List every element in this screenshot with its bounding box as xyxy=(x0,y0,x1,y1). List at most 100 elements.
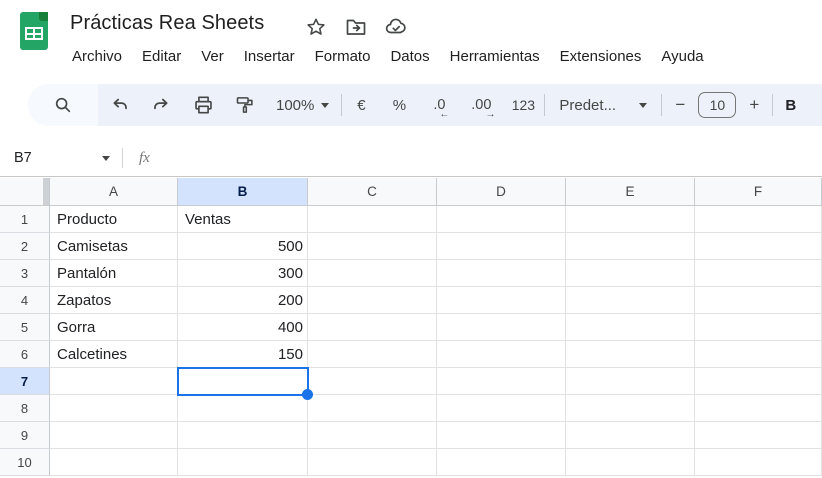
cell-A9[interactable] xyxy=(50,422,178,449)
row-header-8[interactable]: 8 xyxy=(0,395,50,422)
document-title[interactable]: Prácticas Rea Sheets xyxy=(70,12,264,35)
bold-button[interactable]: B xyxy=(785,97,796,114)
cell-A2[interactable]: Camisetas xyxy=(50,233,178,260)
decrease-font-size-button[interactable]: − xyxy=(662,95,698,115)
cell-E10[interactable] xyxy=(566,449,695,476)
zoom-control[interactable]: 100% xyxy=(266,97,341,114)
cell-D5[interactable] xyxy=(437,314,566,341)
cell-B4[interactable]: 200 xyxy=(178,287,308,314)
column-header-E[interactable]: E xyxy=(566,178,695,206)
print-button[interactable] xyxy=(182,87,224,123)
row-header-10[interactable]: 10 xyxy=(0,449,50,476)
row-header-3[interactable]: 3 xyxy=(0,260,50,287)
menu-formato[interactable]: Formato xyxy=(305,43,381,71)
row-header-9[interactable]: 9 xyxy=(0,422,50,449)
cell-F2[interactable] xyxy=(695,233,822,260)
font-size-input[interactable]: 10 xyxy=(698,92,737,118)
paint-format-button[interactable] xyxy=(224,87,266,123)
cell-E5[interactable] xyxy=(566,314,695,341)
column-header-B[interactable]: B xyxy=(178,178,308,206)
name-box[interactable]: B7 xyxy=(0,150,102,166)
row-header-7[interactable]: 7 xyxy=(0,368,50,395)
cell-A4[interactable]: Zapatos xyxy=(50,287,178,314)
undo-button[interactable] xyxy=(98,87,140,123)
cell-E6[interactable] xyxy=(566,341,695,368)
cell-C10[interactable] xyxy=(308,449,437,476)
cell-A10[interactable] xyxy=(50,449,178,476)
cell-E3[interactable] xyxy=(566,260,695,287)
move-folder-icon[interactable] xyxy=(344,15,368,39)
name-box-chevron-icon[interactable] xyxy=(102,155,110,161)
cell-F5[interactable] xyxy=(695,314,822,341)
cell-E8[interactable] xyxy=(566,395,695,422)
menu-insertar[interactable]: Insertar xyxy=(234,43,305,71)
row-header-5[interactable]: 5 xyxy=(0,314,50,341)
cell-E7[interactable] xyxy=(566,368,695,395)
cell-D8[interactable] xyxy=(437,395,566,422)
column-header-A[interactable]: A xyxy=(50,178,178,206)
decrease-decimal-button[interactable]: .0 ← xyxy=(418,87,460,123)
format-currency-button[interactable]: € xyxy=(342,87,380,123)
cell-C8[interactable] xyxy=(308,395,437,422)
cell-E1[interactable] xyxy=(566,206,695,233)
cell-A3[interactable]: Pantalón xyxy=(50,260,178,287)
menu-herramientas[interactable]: Herramientas xyxy=(440,43,550,71)
sheets-logo-icon[interactable] xyxy=(20,12,48,50)
cell-B10[interactable] xyxy=(178,449,308,476)
font-family-selector[interactable]: Predet... xyxy=(545,97,661,114)
cell-C4[interactable] xyxy=(308,287,437,314)
cell-C7[interactable] xyxy=(308,368,437,395)
fill-handle[interactable] xyxy=(302,389,313,400)
cell-D10[interactable] xyxy=(437,449,566,476)
cell-C9[interactable] xyxy=(308,422,437,449)
cell-B1[interactable]: Ventas xyxy=(178,206,308,233)
menu-editar[interactable]: Editar xyxy=(132,43,191,71)
row-header-6[interactable]: 6 xyxy=(0,341,50,368)
cell-C3[interactable] xyxy=(308,260,437,287)
increase-decimal-button[interactable]: .00 → xyxy=(460,87,502,123)
cloud-saved-icon[interactable] xyxy=(384,15,408,39)
row-header-4[interactable]: 4 xyxy=(0,287,50,314)
cell-D1[interactable] xyxy=(437,206,566,233)
redo-button[interactable] xyxy=(140,87,182,123)
column-header-D[interactable]: D xyxy=(437,178,566,206)
cell-D4[interactable] xyxy=(437,287,566,314)
cell-F7[interactable] xyxy=(695,368,822,395)
row-header-2[interactable]: 2 xyxy=(0,233,50,260)
cell-D9[interactable] xyxy=(437,422,566,449)
select-all-corner[interactable] xyxy=(0,178,50,206)
row-header-1[interactable]: 1 xyxy=(0,206,50,233)
cell-C5[interactable] xyxy=(308,314,437,341)
cell-D2[interactable] xyxy=(437,233,566,260)
cell-B3[interactable]: 300 xyxy=(178,260,308,287)
cell-D7[interactable] xyxy=(437,368,566,395)
cell-B6[interactable]: 150 xyxy=(178,341,308,368)
cell-F4[interactable] xyxy=(695,287,822,314)
cell-E9[interactable] xyxy=(566,422,695,449)
more-formats-button[interactable]: 123 xyxy=(502,87,544,123)
cell-B5[interactable]: 400 xyxy=(178,314,308,341)
cell-F1[interactable] xyxy=(695,206,822,233)
cell-A7[interactable] xyxy=(50,368,178,395)
cell-C1[interactable] xyxy=(308,206,437,233)
cell-F6[interactable] xyxy=(695,341,822,368)
cell-B8[interactable] xyxy=(178,395,308,422)
cell-B7[interactable] xyxy=(178,368,308,395)
cell-F8[interactable] xyxy=(695,395,822,422)
menu-datos[interactable]: Datos xyxy=(380,43,439,71)
formula-input[interactable] xyxy=(150,140,822,176)
increase-font-size-button[interactable]: + xyxy=(736,95,772,115)
cell-F3[interactable] xyxy=(695,260,822,287)
menu-ayuda[interactable]: Ayuda xyxy=(651,43,713,71)
cell-A1[interactable]: Producto xyxy=(50,206,178,233)
search-button[interactable] xyxy=(28,84,98,126)
menu-archivo[interactable]: Archivo xyxy=(62,43,132,71)
menu-ver[interactable]: Ver xyxy=(191,43,234,71)
menu-extensiones[interactable]: Extensiones xyxy=(550,43,652,71)
cell-B9[interactable] xyxy=(178,422,308,449)
cell-E2[interactable] xyxy=(566,233,695,260)
format-percent-button[interactable]: % xyxy=(380,87,418,123)
cell-B2[interactable]: 500 xyxy=(178,233,308,260)
star-icon[interactable] xyxy=(304,15,328,39)
cell-A8[interactable] xyxy=(50,395,178,422)
